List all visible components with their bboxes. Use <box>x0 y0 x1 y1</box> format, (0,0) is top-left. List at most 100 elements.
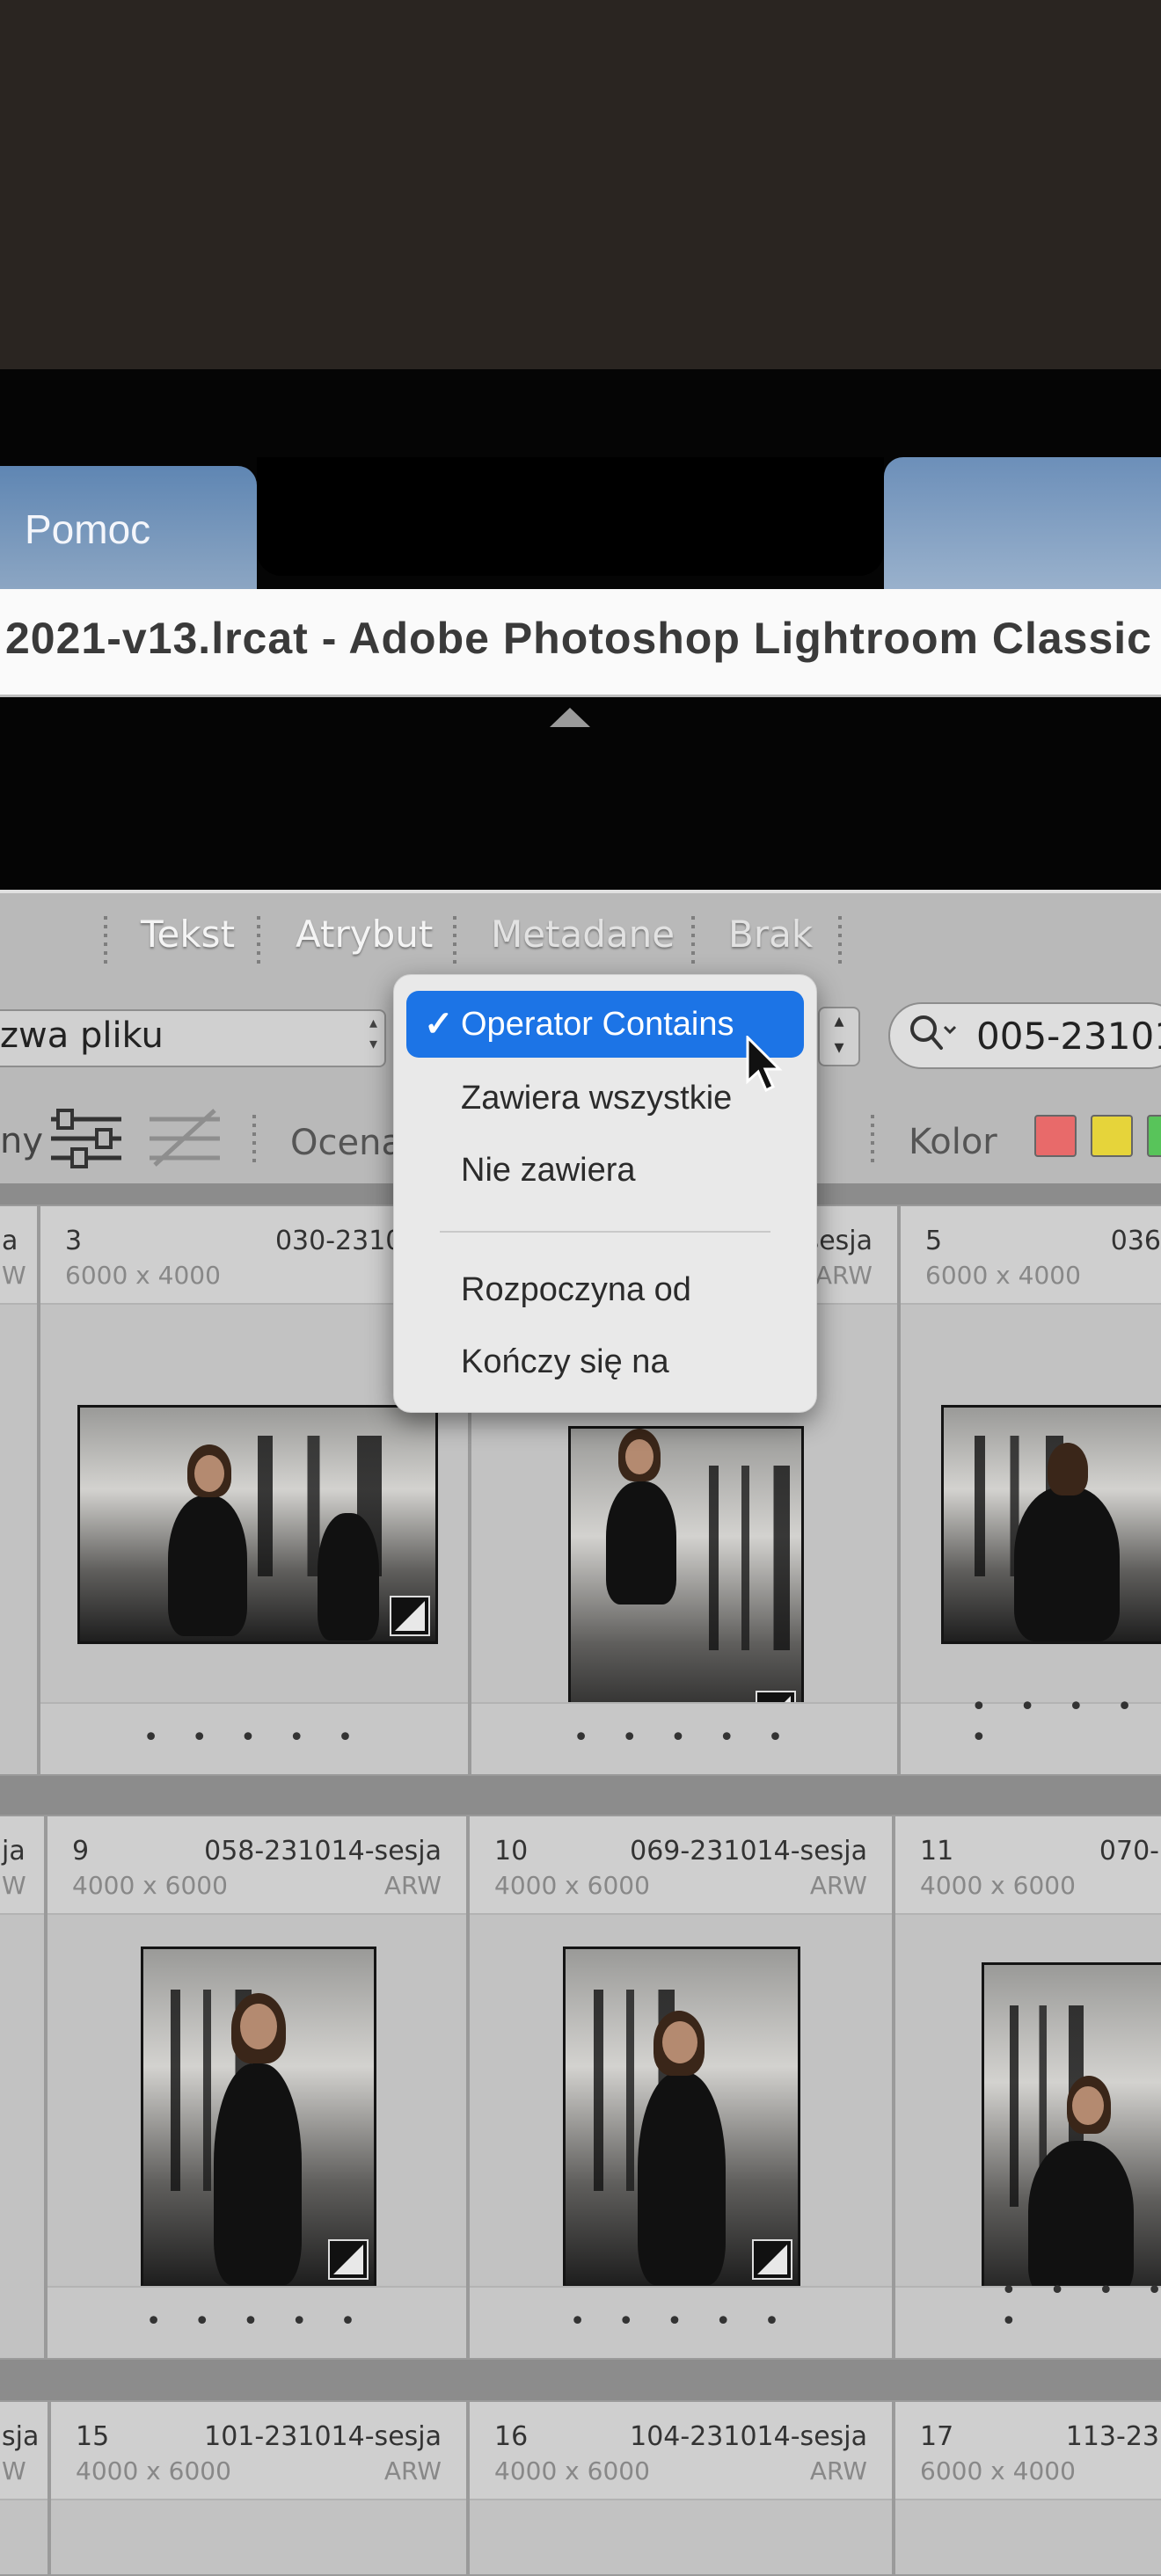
checkmark-icon: ✓ <box>424 1005 454 1044</box>
photo-thumbnail[interactable] <box>941 1405 1161 1644</box>
menu-item-help[interactable]: Pomoc <box>25 506 150 553</box>
cell-filename: 036 <box>1110 1226 1161 1256</box>
photo-thumbnail[interactable] <box>568 1426 804 1739</box>
cell-file-type: ARW <box>809 1871 867 1900</box>
filter-tab-metadata[interactable]: Metadane <box>491 913 675 956</box>
cell-filename: 113-23 <box>1065 2421 1159 2452</box>
window-title: 2021-v13.lrcat - Adobe Photoshop Lightro… <box>5 614 1152 663</box>
flag-filter-icon[interactable] <box>46 1103 127 1172</box>
edit-badge-icon <box>390 1596 430 1636</box>
cell-filename: 069-231014-sesja <box>630 1836 867 1867</box>
color-swatch-red[interactable] <box>1034 1115 1077 1157</box>
cell-number: 5 <box>925 1226 943 1256</box>
grid-cell[interactable]: 11 070- 4000 x 6000 • • • • • <box>894 1815 1161 2360</box>
filter-tab-attribute[interactable]: Atrybut <box>296 913 433 956</box>
search-icon[interactable] <box>906 1011 959 1055</box>
color-swatch-yellow[interactable] <box>1091 1115 1133 1157</box>
menu-item-ends-with[interactable]: Kończy się na <box>406 1328 804 1395</box>
menu-item-label: Nie zawiera <box>461 1152 636 1189</box>
rating-dots[interactable]: • • • • • <box>895 2275 1161 2337</box>
flag-filter-disabled-icon[interactable] <box>144 1103 225 1172</box>
menu-bar-right <box>884 457 1161 598</box>
grid-cell[interactable]: ja W <box>0 1815 46 2360</box>
cell-dimensions: 6000 x 4000 <box>925 1261 1081 1290</box>
separator <box>257 916 260 965</box>
search-input-value: 005-23101 <box>976 1015 1161 1058</box>
select-arrows-icon: ▴ ▾ <box>369 1014 378 1053</box>
cell-number: 16 <box>494 2421 529 2452</box>
cell-file-type: ARW <box>814 1261 873 1290</box>
camera-notch <box>257 457 884 576</box>
photo-thumbnail[interactable] <box>563 1947 800 2288</box>
menu-item-does-not-contain[interactable]: Nie zawiera <box>406 1137 804 1204</box>
separator <box>691 916 695 965</box>
separator <box>871 1115 874 1164</box>
cell-dimensions: 4000 x 6000 <box>920 1871 1076 1900</box>
cell-filename: 070- <box>1099 1836 1159 1867</box>
menu-item-label: Zawiera wszystkie <box>461 1080 733 1117</box>
cell-dimensions: 4000 x 6000 <box>76 2456 231 2485</box>
menu-separator <box>440 1231 770 1233</box>
cell-filename: 104-231014-sesja <box>630 2421 867 2452</box>
color-label: Kolor <box>909 1122 997 1162</box>
separator <box>453 916 456 965</box>
rating-dots[interactable]: • • • • • <box>470 2306 892 2337</box>
filter-tab-none[interactable]: Brak <box>728 913 813 956</box>
attribute-label-fragment: ny <box>0 1121 44 1161</box>
cell-file-type: W <box>2 2456 26 2485</box>
photo-thumbnail[interactable] <box>77 1405 438 1644</box>
cell-number: sja <box>2 2421 40 2452</box>
grid-cell[interactable]: 16 104-231014-sesja 4000 x 6000 ARW <box>468 2400 894 2576</box>
edit-badge-icon <box>752 2239 792 2280</box>
cell-file-type: W <box>2 1871 26 1900</box>
menu-item-label: Kończy się na <box>461 1343 669 1380</box>
cell-file-type: ARW <box>809 2456 867 2485</box>
cell-dimensions: 4000 x 6000 <box>494 2456 650 2485</box>
color-swatch-green[interactable] <box>1147 1115 1161 1157</box>
photo-thumbnail[interactable] <box>141 1947 376 2288</box>
cell-dimensions: 6000 x 4000 <box>920 2456 1076 2485</box>
grid-cell[interactable]: sja W <box>0 2400 49 2576</box>
edit-badge-icon <box>328 2239 369 2280</box>
grid-cell[interactable]: 10 069-231014-sesja 4000 x 6000 ARW • • … <box>468 1815 894 2360</box>
cell-number: 3 <box>65 1226 83 1256</box>
cell-dimensions: 4000 x 6000 <box>494 1871 650 1900</box>
rating-dots[interactable]: • • • • • <box>471 1722 897 1753</box>
mouse-cursor-icon <box>746 1036 783 1093</box>
cell-dimensions: 6000 x 4000 <box>65 1261 221 1290</box>
rating-dots[interactable]: • • • • • <box>47 2306 466 2337</box>
rating-label: Ocena <box>290 1123 403 1163</box>
grid-cell[interactable]: 17 113-23 6000 x 4000 <box>894 2400 1161 2576</box>
grid-cell[interactable]: 15 101-231014-sesja 4000 x 6000 ARW <box>49 2400 468 2576</box>
filter-tab-text[interactable]: Tekst <box>141 913 235 956</box>
menu-item-label: Rozpoczyna od <box>461 1271 691 1308</box>
text-field-select-value: zwa pliku <box>0 1015 164 1056</box>
separator <box>838 916 842 965</box>
cell-filename: 058-231014-sesja <box>204 1836 442 1867</box>
cell-number: ja <box>2 1836 26 1867</box>
cell-number: 17 <box>920 2421 954 2452</box>
separator <box>104 916 107 965</box>
cell-dimensions: 4000 x 6000 <box>72 1871 228 1900</box>
cell-number: 9 <box>72 1836 90 1867</box>
cell-file-type: ARW <box>383 1871 442 1900</box>
separator <box>252 1115 256 1164</box>
menu-item-label: Operator Contains <box>461 1006 734 1043</box>
menu-item-starts-with[interactable]: Rozpoczyna od <box>406 1256 804 1323</box>
cell-filename: 101-231014-sesja <box>204 2421 442 2452</box>
operator-select-arrows[interactable]: ▴ ▾ <box>818 1007 860 1066</box>
rating-dots[interactable]: • • • • • <box>40 1722 468 1753</box>
cell-number: 10 <box>494 1836 529 1867</box>
panel-toggle-triangle-icon[interactable] <box>550 708 590 727</box>
cell-number: 11 <box>920 1836 954 1867</box>
cell-number: 15 <box>76 2421 110 2452</box>
cell-file-type: W <box>2 1261 26 1290</box>
cell-number: a <box>2 1226 18 1256</box>
cell-file-type: ARW <box>383 2456 442 2485</box>
photo-thumbnail[interactable] <box>982 1962 1161 2303</box>
grid-cell[interactable]: 5 036 6000 x 4000 • • • • • <box>899 1204 1161 1776</box>
monitor-bezel <box>0 0 1161 369</box>
grid-cell[interactable]: 9 058-231014-sesja 4000 x 6000 ARW • • •… <box>46 1815 468 2360</box>
grid-cell[interactable]: aW <box>0 1204 39 1776</box>
rating-dots[interactable]: • • • • • <box>901 1692 1161 1753</box>
